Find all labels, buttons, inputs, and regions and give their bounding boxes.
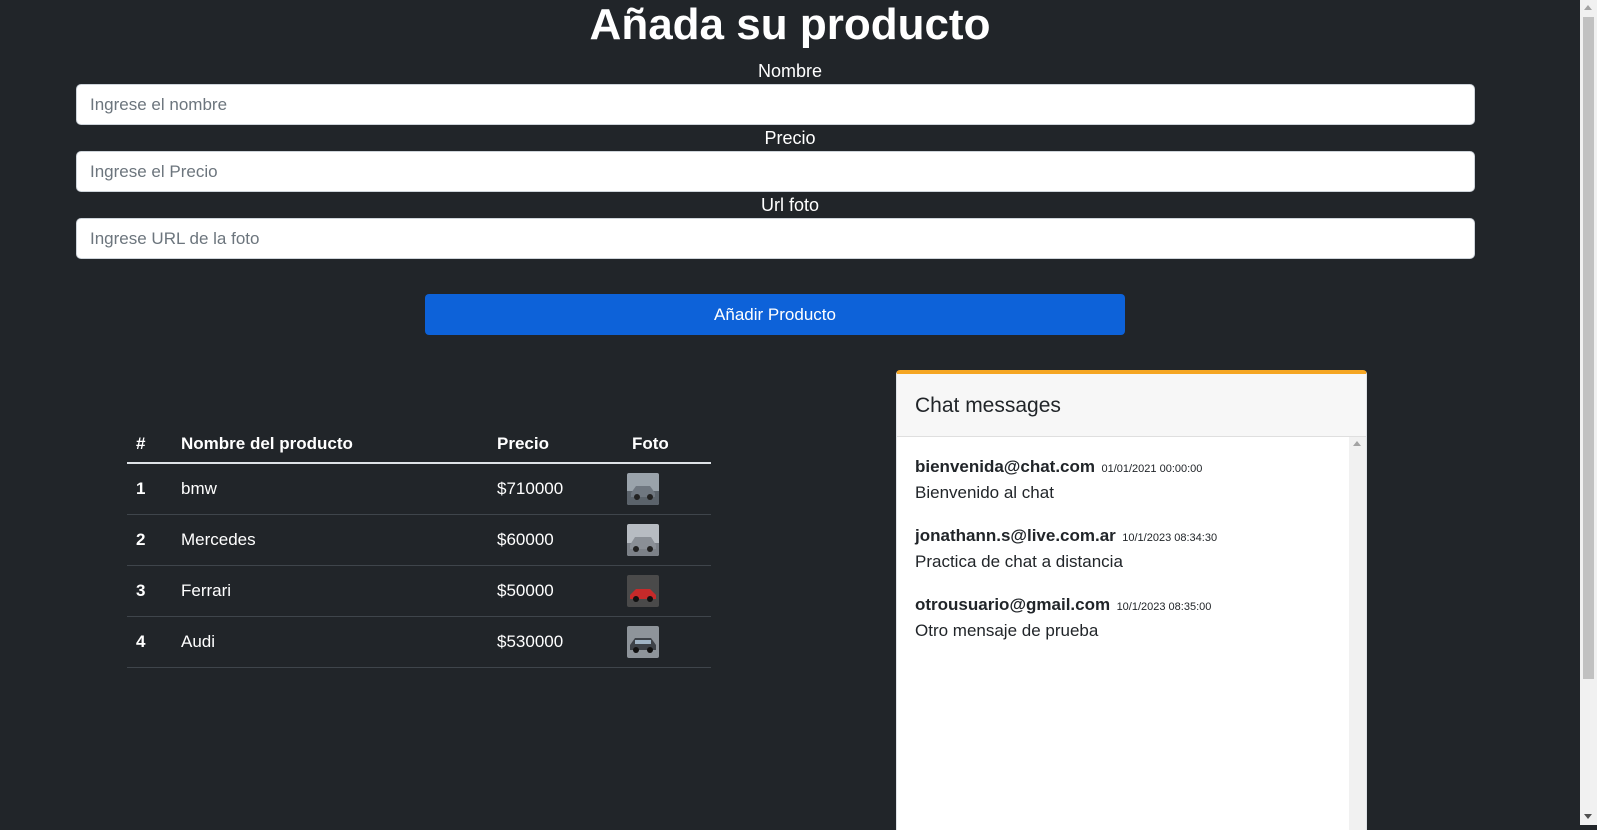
product-photo-cell bbox=[623, 616, 711, 668]
page-scrollbar[interactable] bbox=[1580, 0, 1597, 825]
photo-url-label: Url foto bbox=[760, 195, 820, 215]
column-header-price: Precio bbox=[488, 425, 623, 464]
message-author: jonathann.s@live.com.ar bbox=[915, 526, 1116, 545]
scroll-up-arrow-icon[interactable] bbox=[1353, 441, 1361, 446]
chat-message: bienvenida@chat.com 01/01/2021 00:00:00 … bbox=[915, 457, 1335, 503]
row-index: 4 bbox=[127, 616, 172, 668]
price-input[interactable] bbox=[76, 151, 1475, 192]
chat-message: jonathann.s@live.com.ar 10/1/2023 08:34:… bbox=[915, 526, 1335, 572]
name-input[interactable] bbox=[76, 84, 1475, 125]
message-author: otrousuario@gmail.com bbox=[915, 595, 1111, 614]
price-label: Precio bbox=[764, 128, 816, 148]
product-price: $530000 bbox=[488, 616, 623, 668]
message-text: Bienvenido al chat bbox=[915, 483, 1054, 502]
product-photo-cell bbox=[623, 463, 711, 515]
product-name: Audi bbox=[172, 616, 488, 668]
row-index: 2 bbox=[127, 514, 172, 566]
car-photo-icon bbox=[627, 575, 659, 607]
message-timestamp: 01/01/2021 00:00:00 bbox=[1101, 463, 1203, 475]
chat-messages-list[interactable]: bienvenida@chat.com 01/01/2021 00:00:00 … bbox=[897, 437, 1366, 830]
table-row: 4 Audi $530000 bbox=[127, 616, 711, 668]
row-index: 1 bbox=[127, 463, 172, 515]
page: Añada su producto Nombre Precio Url foto… bbox=[0, 0, 1580, 830]
message-timestamp: 10/1/2023 08:34:30 bbox=[1122, 532, 1218, 544]
photo-url-input[interactable] bbox=[76, 218, 1475, 259]
chat-title: Chat messages bbox=[897, 374, 1366, 437]
scroll-up-arrow-icon[interactable] bbox=[1584, 5, 1592, 10]
table-header-row: # Nombre del producto Precio Foto bbox=[127, 425, 711, 464]
table-row: 3 Ferrari $50000 bbox=[127, 565, 711, 617]
car-photo-icon bbox=[627, 473, 659, 505]
message-author: bienvenida@chat.com bbox=[915, 457, 1096, 476]
table-row: 1 bmw $710000 bbox=[127, 463, 711, 515]
column-header-index: # bbox=[127, 425, 172, 464]
table-row: 2 Mercedes $60000 bbox=[127, 514, 711, 566]
product-name: Ferrari bbox=[172, 565, 488, 617]
message-timestamp: 10/1/2023 08:35:00 bbox=[1116, 601, 1212, 613]
name-label: Nombre bbox=[757, 61, 823, 81]
chat-panel: Chat messages bienvenida@chat.com 01/01/… bbox=[896, 370, 1367, 830]
product-price: $60000 bbox=[488, 514, 623, 566]
product-name: Mercedes bbox=[172, 514, 488, 566]
car-photo-icon bbox=[627, 626, 659, 658]
scrollbar-thumb[interactable] bbox=[1583, 17, 1594, 679]
product-photo-cell bbox=[623, 565, 711, 617]
message-text: Otro mensaje de prueba bbox=[915, 621, 1099, 640]
product-photo-cell bbox=[623, 514, 711, 566]
message-text: Practica de chat a distancia bbox=[915, 552, 1123, 571]
row-index: 3 bbox=[127, 565, 172, 617]
scroll-down-arrow-icon[interactable] bbox=[1584, 814, 1592, 819]
add-product-button[interactable]: Añadir Producto bbox=[425, 294, 1125, 335]
page-title: Añada su producto bbox=[589, 0, 991, 49]
product-price: $710000 bbox=[488, 463, 623, 515]
column-header-name: Nombre del producto bbox=[172, 425, 488, 464]
chat-scrollbar[interactable] bbox=[1349, 437, 1366, 830]
products-table: # Nombre del producto Precio Foto 1 bmw … bbox=[127, 425, 711, 668]
column-header-photo: Foto bbox=[623, 425, 711, 464]
product-name: bmw bbox=[172, 463, 488, 515]
product-price: $50000 bbox=[488, 565, 623, 617]
chat-message: otrousuario@gmail.com 10/1/2023 08:35:00… bbox=[915, 595, 1335, 641]
car-photo-icon bbox=[627, 524, 659, 556]
